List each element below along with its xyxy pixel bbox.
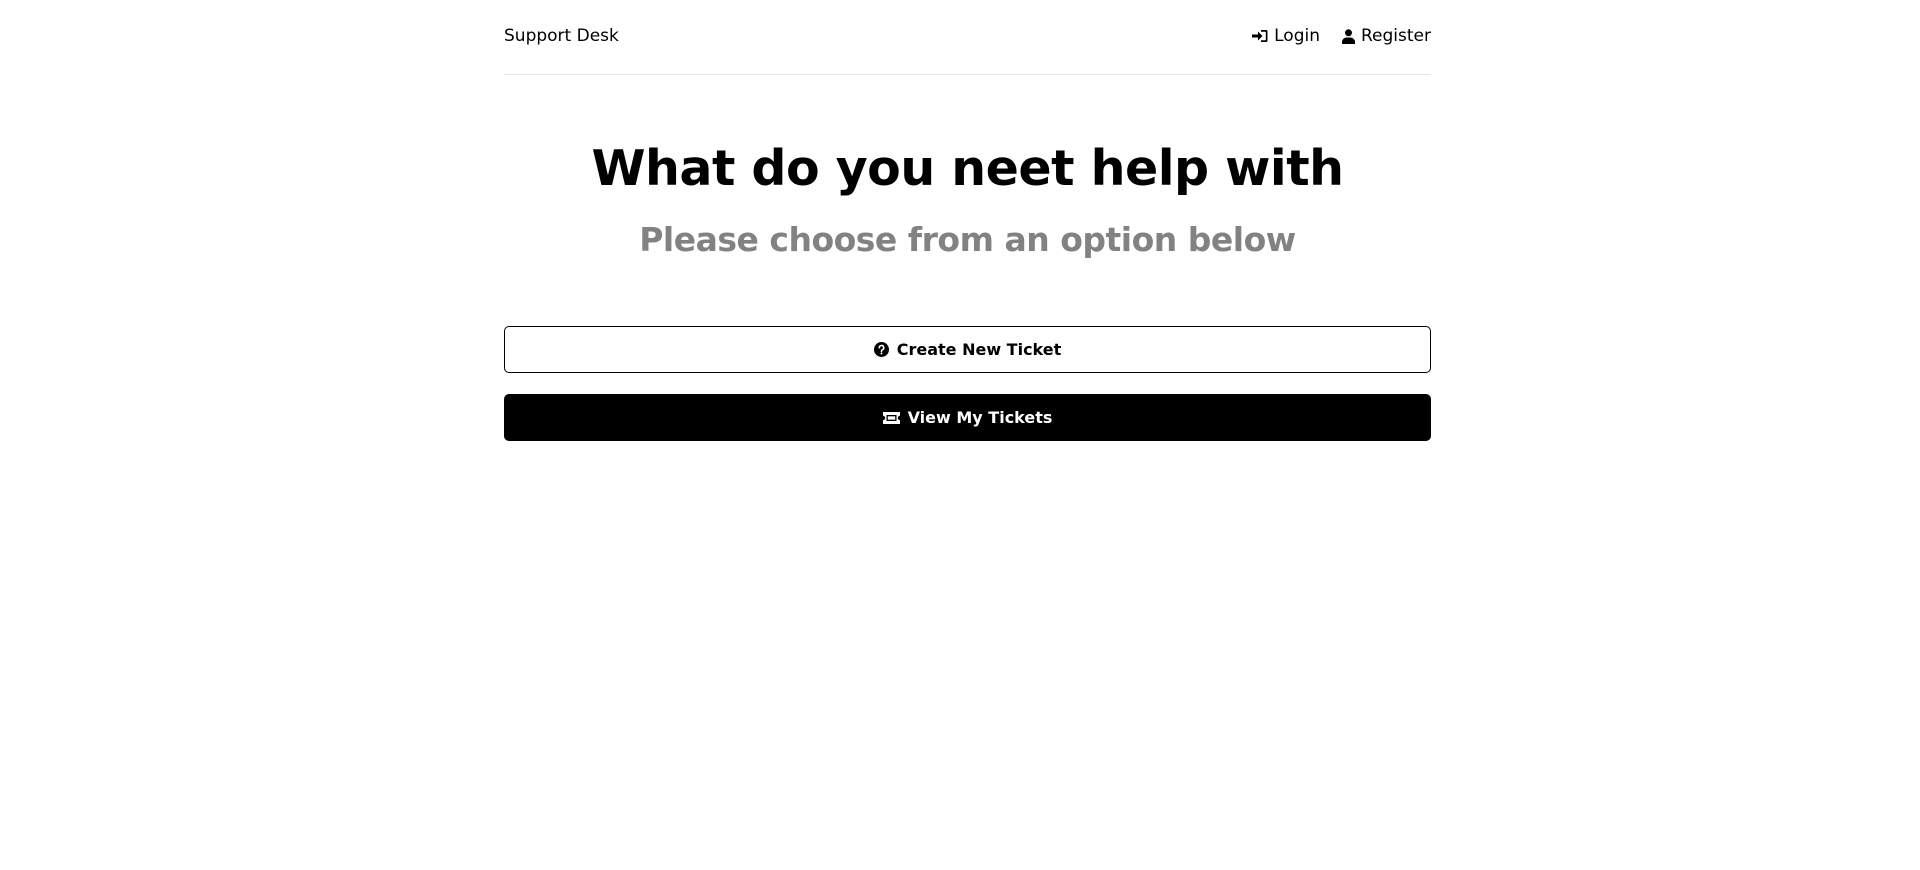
nav: Login Register: [1252, 26, 1431, 46]
create-ticket-button[interactable]: Create New Ticket: [504, 326, 1431, 373]
login-label: Login: [1274, 26, 1320, 46]
question-circle-icon: [873, 342, 889, 357]
sign-in-icon: [1252, 29, 1268, 43]
page-title: What do you neet help with: [591, 140, 1344, 197]
page-subtitle: Please choose from an option below: [639, 220, 1296, 259]
create-ticket-label: Create New Ticket: [896, 340, 1062, 359]
view-tickets-label: View My Tickets: [907, 408, 1053, 427]
view-tickets-button[interactable]: View My Tickets: [504, 394, 1431, 441]
register-link[interactable]: Register: [1342, 26, 1431, 46]
brand-link[interactable]: Support Desk: [504, 26, 619, 46]
header: Support Desk Login Register: [504, 0, 1431, 75]
hero: What do you neet help with Please choose…: [504, 144, 1431, 256]
ticket-icon: [882, 411, 900, 424]
register-label: Register: [1361, 26, 1431, 46]
user-icon: [1342, 28, 1355, 44]
login-link[interactable]: Login: [1252, 26, 1320, 46]
page-container: Support Desk Login Register What do you …: [504, 0, 1431, 441]
